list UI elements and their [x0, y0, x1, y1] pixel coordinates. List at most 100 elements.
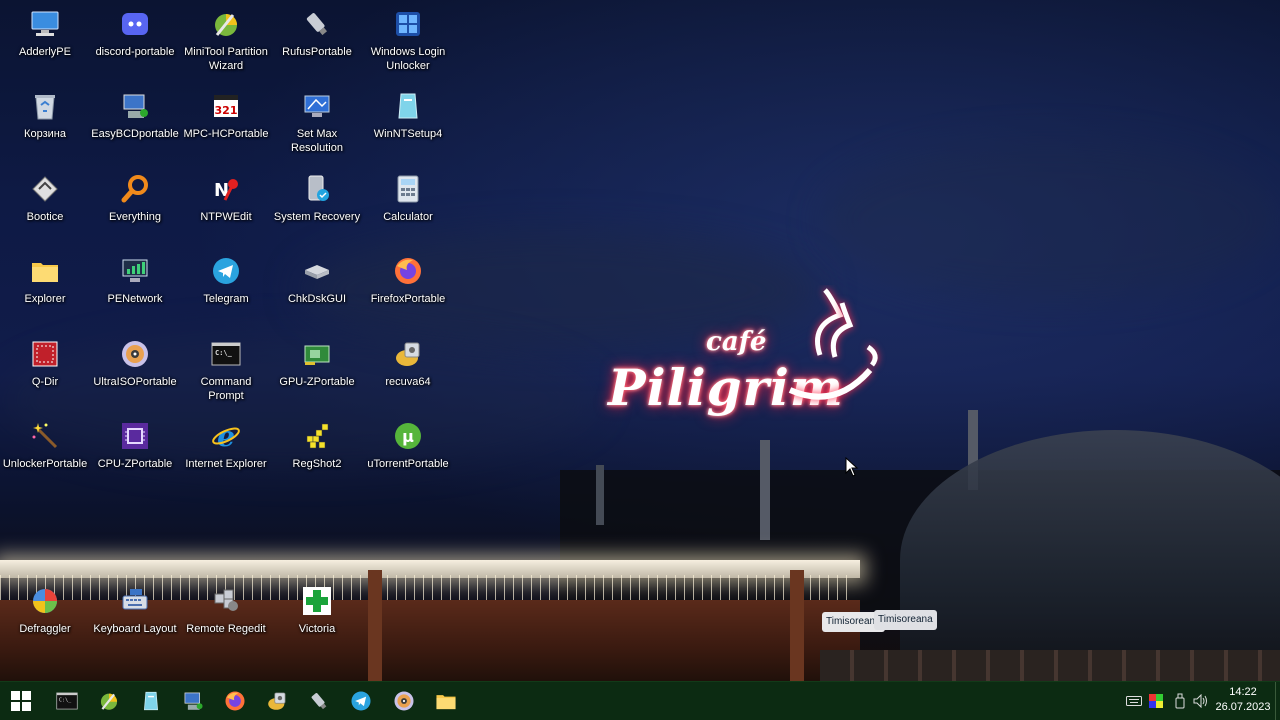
desktop-icon-label: UltraISOPortable: [93, 376, 177, 388]
taskbar-app-recuva[interactable]: [256, 682, 298, 720]
computer-icon: [29, 8, 61, 40]
clock-time: 14:22: [1229, 686, 1257, 698]
disc-icon: [119, 338, 151, 370]
desktop-icon-label: RegShot2: [292, 458, 342, 470]
folder-icon: [435, 690, 457, 712]
desktop-icon-firefoxportable[interactable]: FirefoxPortable: [363, 251, 453, 331]
color-icon: [1149, 694, 1163, 708]
pole: [760, 440, 770, 540]
defraggler-icon: [29, 585, 61, 617]
remote-regedit-icon: [210, 585, 242, 617]
sign-cup-graphic: [788, 288, 878, 400]
taskbar-clock[interactable]: 14:22 26.07.2023: [1212, 685, 1274, 715]
firefox-icon: [392, 255, 424, 287]
discord-icon: [119, 8, 151, 40]
taskbar-app-easybcd[interactable]: [172, 682, 214, 720]
dome-tent: [900, 430, 1280, 681]
pole: [596, 465, 604, 525]
desktop-icon-minitool-partition-wizard[interactable]: MiniTool Partition Wizard: [181, 4, 271, 84]
system-recovery-icon: [301, 173, 333, 205]
cpu-icon: [119, 420, 151, 452]
desktop-icon-bootice[interactable]: Bootice: [0, 169, 90, 249]
beer-banner: Timisoreana: [874, 610, 937, 630]
easybcd-icon: [119, 90, 151, 122]
partition-wizard-icon: [98, 690, 120, 712]
desktop-icon-label: Set Max Resolution: [291, 128, 343, 154]
desktop-icon-label: GPU-ZPortable: [279, 376, 355, 388]
desktop-icon-label: AdderlyPE: [19, 46, 71, 58]
svg-text:e: e: [217, 421, 235, 451]
desktop-icon-label: WinNTSetup4: [373, 128, 443, 140]
cloud: [820, 140, 1280, 300]
desktop-icon-defraggler[interactable]: Defraggler: [0, 581, 90, 661]
desktop-icon-explorer[interactable]: Explorer: [0, 251, 90, 331]
show-desktop-button[interactable]: [1275, 682, 1280, 720]
taskbar-app-telegram[interactable]: [340, 682, 382, 720]
taskbar-app-partition-wizard[interactable]: [88, 682, 130, 720]
taskbar-app-firefox[interactable]: [214, 682, 256, 720]
desktop-icon-label: RufusPortable: [282, 46, 352, 58]
desktop-icon-remote-regedit[interactable]: Remote Regedit: [181, 581, 271, 661]
fence: [820, 650, 1280, 681]
desktop-icon-everything[interactable]: Everything: [90, 169, 180, 249]
desktop-icon-keyboard-layout[interactable]: Keyboard Layout: [90, 581, 180, 661]
desktop-icon-regshot2[interactable]: RegShot2: [272, 416, 362, 496]
partition-wizard-icon: [210, 8, 242, 40]
internet-explorer-icon: e: [210, 420, 242, 452]
desktop-icon-label: Windows Login Unlocker: [370, 46, 446, 72]
desktop-icon-label: uTorrentPortable: [367, 458, 449, 470]
desktop-icon-корзина[interactable]: Корзина: [0, 86, 90, 166]
desktop-icon-set-max-resolution[interactable]: Set Max Resolution: [272, 86, 362, 166]
telegram-icon: [350, 690, 372, 712]
volume-icon: [1193, 694, 1207, 708]
desktop-icon-victoria[interactable]: Victoria: [272, 581, 362, 661]
desktop-icon-gpu-zportable[interactable]: GPU-ZPortable: [272, 334, 362, 414]
desktop-icon-q-dir[interactable]: Q-Dir: [0, 334, 90, 414]
desktop-icon-label: Calculator: [383, 211, 433, 223]
usb-drive-icon: [308, 690, 330, 712]
winntsetup-icon: [392, 90, 424, 122]
desktop-icon-easybcdportable[interactable]: EasyBCDportable: [90, 86, 180, 166]
tray-volume-button[interactable]: [1191, 682, 1211, 720]
taskbar-app-disc[interactable]: [383, 682, 425, 720]
desktop-icon-windows-login-unlocker[interactable]: Windows Login Unlocker: [363, 4, 453, 84]
usb-safely-remove-icon: [1175, 693, 1185, 709]
desktop-icon-label: Defraggler: [19, 623, 71, 635]
desktop-icon-winntsetup4[interactable]: WinNTSetup4: [363, 86, 453, 166]
magic-wand-icon: [29, 420, 61, 452]
taskbar-app-winntsetup[interactable]: [130, 682, 172, 720]
desktop-icon-ultraisoportable[interactable]: UltraISOPortable: [90, 334, 180, 414]
desktop-icon-utorrentportable[interactable]: µ uTorrentPortable: [363, 416, 453, 496]
porch-post: [790, 570, 804, 681]
desktop-icon-system-recovery[interactable]: System Recovery: [272, 169, 362, 249]
desktop-icon-rufusportable[interactable]: RufusPortable: [272, 4, 362, 84]
tray-color-button[interactable]: [1146, 682, 1166, 720]
telegram-icon: [210, 255, 242, 287]
desktop-icon-penetwork[interactable]: PENetwork: [90, 251, 180, 331]
desktop-icon-adderlype[interactable]: AdderlyPE: [0, 4, 90, 84]
desktop-icon-label: MiniTool Partition Wizard: [184, 46, 268, 72]
desktop-icon-command-prompt[interactable]: C:\_ Command Prompt: [181, 334, 271, 414]
desktop-icon-mpc-hcportable[interactable]: 321 MPC-HCPortable: [181, 86, 271, 166]
taskbar-app-folder[interactable]: [425, 682, 467, 720]
tray-usb-button[interactable]: [1170, 682, 1190, 720]
desktop-icon-chkdskgui[interactable]: ChkDskGUI: [272, 251, 362, 331]
desktop-icon-label: System Recovery: [273, 211, 361, 223]
desktop-icon-calculator[interactable]: Calculator: [363, 169, 453, 249]
tray-keyboard-button[interactable]: [1124, 682, 1144, 720]
desktop-icon-cpu-zportable[interactable]: CPU-ZPortable: [90, 416, 180, 496]
media-player-icon: 321: [210, 90, 242, 122]
desktop-icon-label: Remote Regedit: [186, 623, 266, 635]
usb-drive-icon: [301, 8, 333, 40]
taskbar-app-usb-drive[interactable]: [298, 682, 340, 720]
desktop-icon-label: FirefoxPortable: [370, 293, 446, 305]
desktop-icon-ntpwedit[interactable]: N NTPWEdit: [181, 169, 271, 249]
desktop-icon-discord-portable[interactable]: discord-portable: [90, 4, 180, 84]
desktop-icon-internet-explorer[interactable]: e Internet Explorer: [181, 416, 271, 496]
start-button[interactable]: [0, 682, 42, 720]
desktop-icon-recuva64[interactable]: recuva64: [363, 334, 453, 414]
regshot-icon: [301, 420, 333, 452]
desktop-icon-telegram[interactable]: Telegram: [181, 251, 271, 331]
desktop-icon-unlockerportable[interactable]: UnlockerPortable: [0, 416, 90, 496]
taskbar-app-terminal[interactable]: C:\_: [46, 682, 88, 720]
